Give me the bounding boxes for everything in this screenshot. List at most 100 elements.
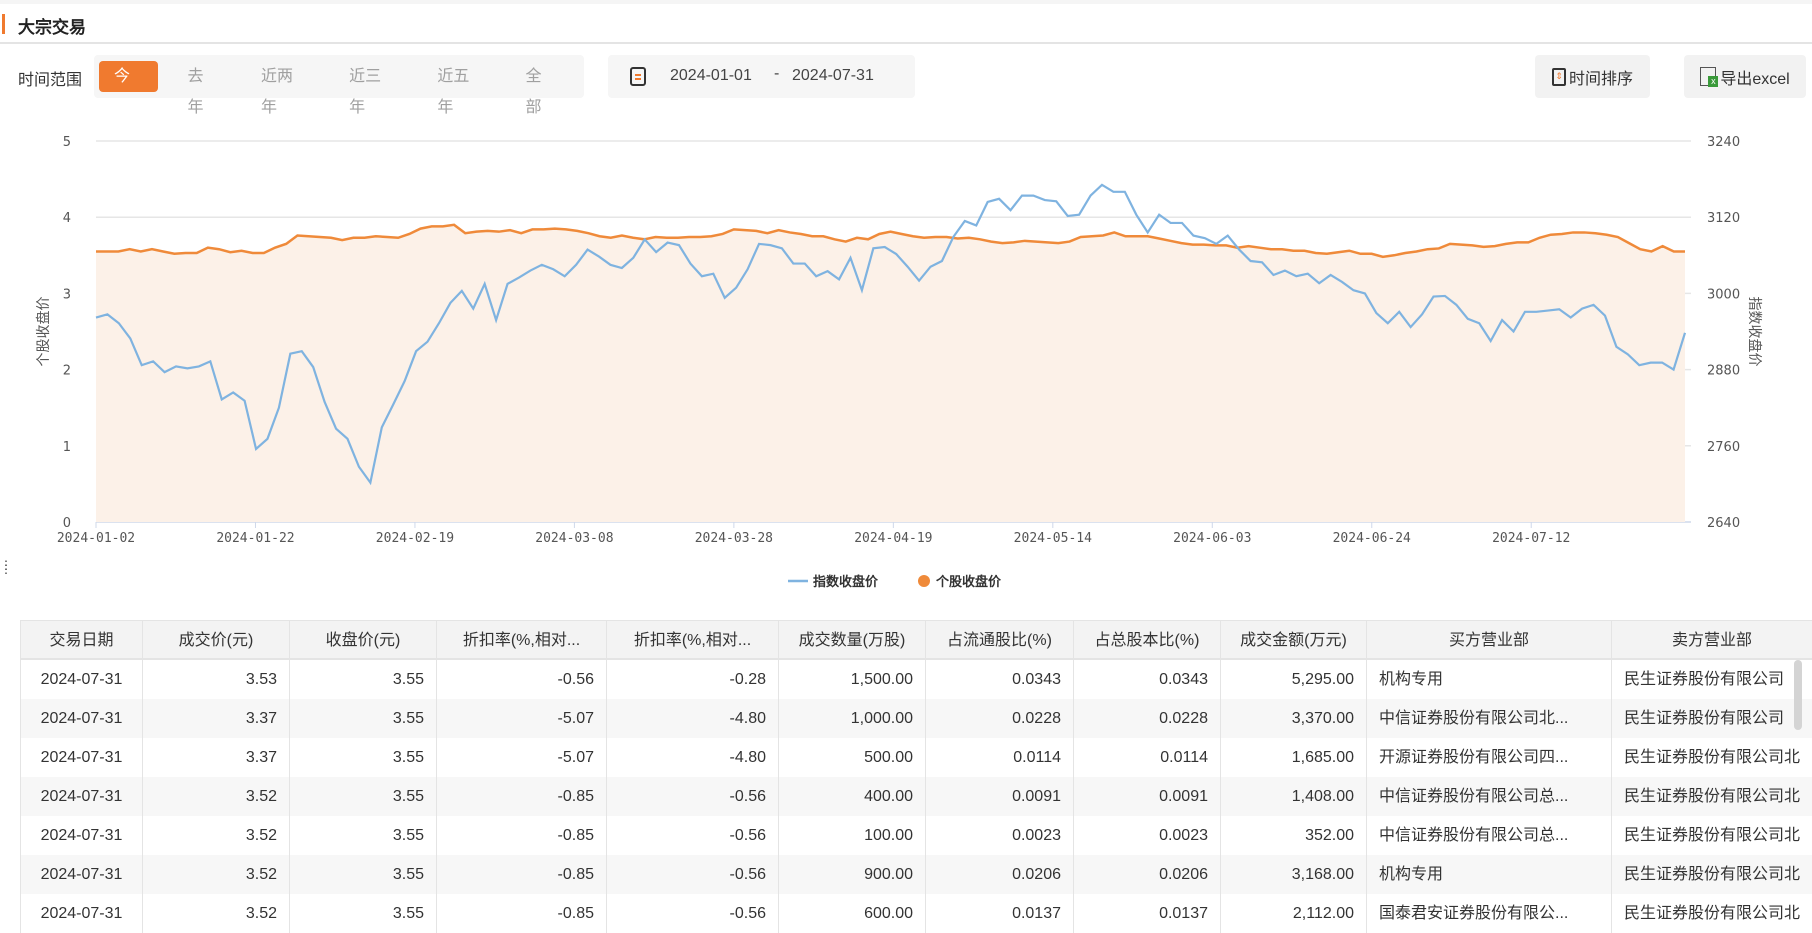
- x-tick-label: 2024-03-08: [535, 531, 613, 546]
- range-all[interactable]: 全部: [511, 61, 570, 116]
- table-cell: -0.85: [437, 777, 607, 816]
- right-tick-label: 2760: [1707, 440, 1740, 455]
- table-cell: -0.28: [607, 660, 779, 699]
- left-tick-label: 0: [63, 516, 71, 531]
- right-tick-label: 2880: [1707, 364, 1740, 379]
- x-tick-label: 2024-07-12: [1492, 531, 1570, 546]
- table-cell: 3.52: [143, 816, 290, 855]
- table-cell: 民生证券股份有限公司北: [1612, 777, 1812, 816]
- range-three-years[interactable]: 近三年: [334, 61, 408, 116]
- accent-bar: [2, 14, 5, 34]
- table-cell: 3.37: [143, 738, 290, 777]
- table-cell: 3.52: [143, 777, 290, 816]
- x-tick-label: 2024-06-24: [1333, 531, 1411, 546]
- column-header[interactable]: 卖方营业部: [1612, 621, 1812, 658]
- block-trade-table: 交易日期 成交价(元) 收盘价(元) 折扣率(%,相对... 折扣率(%,相对... 成交…: [20, 620, 1812, 933]
- table-row[interactable]: 2024-07-31 3.37 3.55 -5.07 -4.80 500.00 0.0114…: [21, 738, 1812, 777]
- table-cell: 0.0343: [926, 660, 1074, 699]
- table-cell: 1,500.00: [779, 660, 926, 699]
- end-date[interactable]: 2024-07-31: [792, 67, 874, 85]
- table-cell: 2024-07-31: [21, 738, 143, 777]
- table-cell: 400.00: [779, 777, 926, 816]
- table-cell: 500.00: [779, 738, 926, 777]
- table-cell: 1,408.00: [1221, 777, 1367, 816]
- right-tick-label: 3240: [1707, 135, 1740, 150]
- table-cell: 3,168.00: [1221, 855, 1367, 894]
- range-two-years[interactable]: 近两年: [246, 61, 320, 116]
- table-cell: 3.52: [143, 894, 290, 933]
- table-cell: 3.55: [290, 777, 437, 816]
- column-header[interactable]: 成交数量(万股): [779, 621, 926, 658]
- range-last-year[interactable]: 去年: [172, 61, 231, 116]
- left-tick-label: 1: [63, 440, 71, 455]
- range-five-years[interactable]: 近五年: [422, 61, 496, 116]
- x-tick-label: 2024-06-03: [1173, 531, 1251, 546]
- table-cell: 0.0228: [926, 699, 1074, 738]
- export-excel-button[interactable]: 导出excel: [1684, 55, 1806, 98]
- table-row[interactable]: 2024-07-31 3.52 3.55 -0.85 -0.56 900.00 0.0206…: [21, 855, 1812, 894]
- start-date[interactable]: 2024-01-01: [670, 67, 752, 85]
- table-row[interactable]: 2024-07-31 3.53 3.55 -0.56 -0.28 1,500.00 0.03…: [21, 660, 1812, 699]
- legend-stock-marker: [918, 575, 930, 587]
- price-chart: 012345264027602880300031203240个股收盘价 指数收盘价…: [35, 135, 1763, 589]
- drag-handle-icon[interactable]: ⋮ ⋮: [0, 559, 12, 575]
- column-header[interactable]: 折扣率(%,相对...: [437, 621, 607, 658]
- table-cell: 机构专用: [1367, 660, 1612, 699]
- table-cell: 3.37: [143, 699, 290, 738]
- column-header[interactable]: 收盘价(元): [290, 621, 437, 658]
- time-sort-button[interactable]: ⇕ 时间排序: [1535, 55, 1650, 98]
- table-cell: -0.56: [607, 816, 779, 855]
- column-header[interactable]: 买方营业部: [1367, 621, 1612, 658]
- excel-icon: [1700, 67, 1719, 87]
- table-cell: 2024-07-31: [21, 894, 143, 933]
- table-row[interactable]: 2024-07-31 3.52 3.55 -0.85 -0.56 100.00 0.0023…: [21, 816, 1812, 855]
- column-header[interactable]: 成交金额(万元): [1221, 621, 1367, 658]
- table-cell: -4.80: [607, 738, 779, 777]
- table-cell: 民生证券股份有限公司北: [1612, 816, 1812, 855]
- table-cell: 3.55: [290, 660, 437, 699]
- table-cell: 0.0343: [1074, 660, 1221, 699]
- export-excel-label: 导出excel: [1720, 70, 1790, 88]
- table-cell: 中信证券股份有限公司总...: [1367, 777, 1612, 816]
- column-header[interactable]: 交易日期: [21, 621, 143, 658]
- range-this-year[interactable]: 今年: [99, 61, 159, 116]
- table-cell: 3.55: [290, 738, 437, 777]
- calendar-icon: [630, 67, 646, 86]
- table-cell: 0.0023: [1074, 816, 1221, 855]
- time-range-label: 时间范围: [18, 72, 83, 89]
- table-cell: 2024-07-31: [21, 816, 143, 855]
- right-tick-label: 2640: [1707, 516, 1740, 531]
- column-header[interactable]: 折扣率(%,相对...: [607, 621, 779, 658]
- column-header[interactable]: 占流通股比(%): [926, 621, 1074, 658]
- table-cell: 2,112.00: [1221, 894, 1367, 933]
- table-cell: 民生证券股份有限公司: [1612, 660, 1812, 699]
- table-cell: 3.52: [143, 855, 290, 894]
- left-tick-label: 2: [63, 364, 71, 379]
- table-row[interactable]: 2024-07-31 3.37 3.55 -5.07 -4.80 1,000.00 0.02…: [21, 699, 1812, 738]
- table-cell: 民生证券股份有限公司: [1612, 699, 1812, 738]
- column-header[interactable]: 占总股本比(%): [1074, 621, 1221, 658]
- table-scrollbar[interactable]: [1794, 660, 1802, 730]
- table-cell: 3.53: [143, 660, 290, 699]
- table-cell: 3,370.00: [1221, 699, 1367, 738]
- time-sort-label: 时间排序: [1568, 70, 1633, 88]
- table-cell: 600.00: [779, 894, 926, 933]
- time-range-selector: 今年 去年 近两年 近三年 近五年 全部: [94, 55, 584, 116]
- sort-icon: ⇕: [1551, 67, 1566, 86]
- right-tick-label: 3120: [1707, 211, 1740, 226]
- table-row[interactable]: 2024-07-31 3.52 3.55 -0.85 -0.56 600.00 0.0137…: [21, 894, 1812, 933]
- date-range-picker[interactable]: 2024-01-01 - 2024-07-31: [608, 55, 915, 98]
- left-tick-label: 5: [63, 135, 71, 150]
- table-cell: 0.0206: [926, 855, 1074, 894]
- legend-index-label: 指数收盘价: [813, 574, 879, 589]
- table-cell: 1,685.00: [1221, 738, 1367, 777]
- table-cell: 3.55: [290, 894, 437, 933]
- date-separator: -: [774, 65, 780, 82]
- table-cell: 352.00: [1221, 816, 1367, 855]
- column-header[interactable]: 成交价(元): [143, 621, 290, 658]
- table-cell: -0.56: [607, 855, 779, 894]
- section-header: 大宗交易: [0, 4, 1812, 44]
- left-axis-title: 个股收盘价: [35, 297, 51, 367]
- table-row[interactable]: 2024-07-31 3.52 3.55 -0.85 -0.56 400.00 0.0091…: [21, 777, 1812, 816]
- table-cell: 民生证券股份有限公司北: [1612, 738, 1812, 777]
